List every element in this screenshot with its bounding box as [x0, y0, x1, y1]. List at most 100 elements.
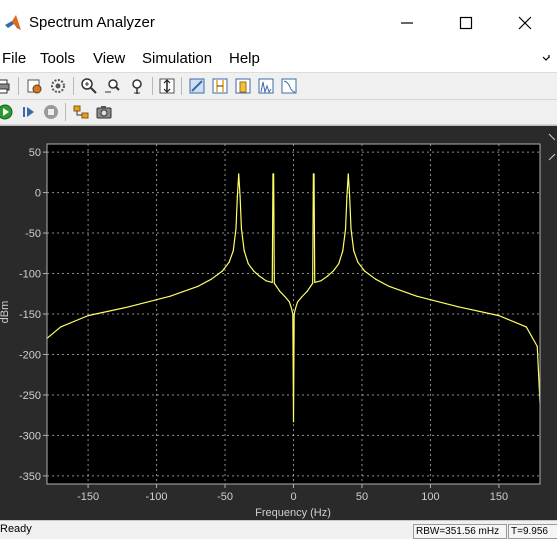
trace-point	[357, 261, 359, 263]
trace-point	[243, 250, 245, 252]
trace-point	[258, 275, 260, 277]
trace-point	[313, 173, 315, 175]
trace-point	[314, 281, 316, 284]
time-indicator: T=9.956	[508, 524, 557, 539]
trace-point	[60, 326, 62, 328]
x-tick-label: 0	[290, 491, 296, 503]
trace-point	[128, 306, 130, 308]
snapshot-icon[interactable]	[95, 103, 113, 121]
trace-point	[221, 270, 223, 272]
matlab-icon	[5, 15, 21, 30]
trace-point	[498, 315, 500, 317]
trace-point	[197, 285, 199, 288]
trace-point	[247, 263, 249, 265]
trace-point	[292, 421, 295, 423]
trace-point	[236, 196, 238, 198]
y-tick-labels: 50 0 -50 -100 -150 -200 -250 -300 -350	[19, 147, 41, 483]
plot-area: -150 -100 -50 0 50 100 150 50 0 -50 -100 -150 -200 -…	[0, 125, 557, 521]
trace-point	[279, 290, 281, 292]
trace-point	[312, 282, 314, 284]
trace-point	[273, 282, 275, 284]
menu-view[interactable]: View	[93, 50, 125, 67]
restore-settings-icon[interactable]	[25, 77, 43, 95]
x-axis-label: Frequency (Hz)	[255, 507, 331, 519]
trace-point	[169, 295, 171, 297]
trace-point	[271, 281, 273, 284]
trace-point	[238, 173, 240, 175]
zoom-in-icon[interactable]	[80, 77, 98, 95]
trace-point	[347, 173, 349, 175]
settings-icon[interactable]	[49, 77, 67, 95]
window-title: Spectrum Analyzer	[29, 14, 155, 31]
cursor-measurements-icon[interactable]	[211, 77, 229, 95]
trace-point	[210, 278, 212, 280]
close-button[interactable]	[510, 8, 540, 38]
channel-measurements-icon[interactable]	[234, 77, 252, 95]
menu-tools[interactable]: Tools	[40, 50, 75, 67]
trace-point	[288, 301, 290, 303]
trace-point	[349, 196, 351, 198]
scale-axes-icon[interactable]	[158, 77, 176, 95]
trace-point	[346, 196, 348, 198]
stop-icon[interactable]	[42, 103, 60, 121]
ccdf-icon[interactable]	[280, 77, 298, 95]
trace-point	[388, 285, 390, 288]
trace-point	[350, 228, 352, 230]
x-tick-label: -150	[77, 491, 99, 503]
highlight-simulink-icon[interactable]	[72, 103, 90, 121]
trace-point	[536, 345, 538, 347]
y-tick-label: -350	[19, 471, 41, 483]
trace-point	[235, 228, 237, 230]
trace-point	[294, 307, 297, 309]
trace-point	[375, 278, 377, 280]
menu-file[interactable]: File	[2, 50, 26, 67]
trace-point	[292, 313, 294, 315]
trace-point	[301, 296, 303, 298]
trace-point	[240, 228, 243, 230]
trace-point	[353, 250, 355, 252]
status-bar: Ready RBW=351.56 mHz T=9.956	[0, 520, 557, 539]
trace-point	[364, 270, 366, 272]
menu-overflow-icon[interactable]	[541, 54, 551, 64]
x-tick-label: -100	[146, 491, 168, 503]
trace-point	[457, 306, 459, 308]
y-tick-label: -200	[19, 349, 41, 361]
trace-point	[327, 275, 329, 277]
trace-point	[344, 228, 347, 230]
zoom-y-icon[interactable]	[128, 77, 146, 95]
main-toolbar	[0, 73, 557, 100]
trace-point	[342, 250, 344, 252]
trace-point	[338, 263, 340, 265]
spectrum-chart[interactable]: -150 -100 -50 0 50 100 150 50 0 -50 -100 -150 -200 -…	[0, 126, 557, 521]
title-bar: Spectrum Analyzer	[0, 0, 557, 46]
trace-point	[320, 280, 322, 282]
minimize-icon	[401, 22, 413, 24]
trace-point	[416, 295, 418, 297]
x-tick-label: 50	[356, 491, 368, 503]
print-icon[interactable]	[0, 77, 12, 95]
x-tick-label: 150	[490, 491, 508, 503]
run-icon[interactable]	[0, 103, 14, 121]
step-forward-icon[interactable]	[20, 103, 38, 121]
distortion-measurements-icon[interactable]	[257, 77, 275, 95]
menu-help[interactable]: Help	[229, 50, 260, 67]
minimize-button[interactable]	[392, 8, 422, 38]
properties-icon[interactable]	[188, 77, 206, 95]
menu-simulation[interactable]: Simulation	[142, 50, 212, 67]
close-icon	[518, 16, 532, 30]
simulation-toolbar	[0, 100, 557, 125]
trace-point	[228, 261, 230, 263]
trace-point	[239, 196, 241, 198]
trace-point	[297, 301, 299, 303]
trace-point	[293, 313, 295, 315]
undock-icon[interactable]	[547, 132, 557, 162]
y-tick-label: 0	[35, 188, 41, 200]
trace-point	[290, 307, 293, 309]
y-tick-label: -300	[19, 430, 41, 442]
zoom-x-icon[interactable]	[104, 77, 122, 95]
maximize-button[interactable]	[451, 8, 481, 38]
trace-point	[525, 326, 527, 328]
y-tick-label: -150	[19, 309, 41, 321]
trace-point	[332, 270, 334, 272]
y-tick-label: -250	[19, 390, 41, 402]
